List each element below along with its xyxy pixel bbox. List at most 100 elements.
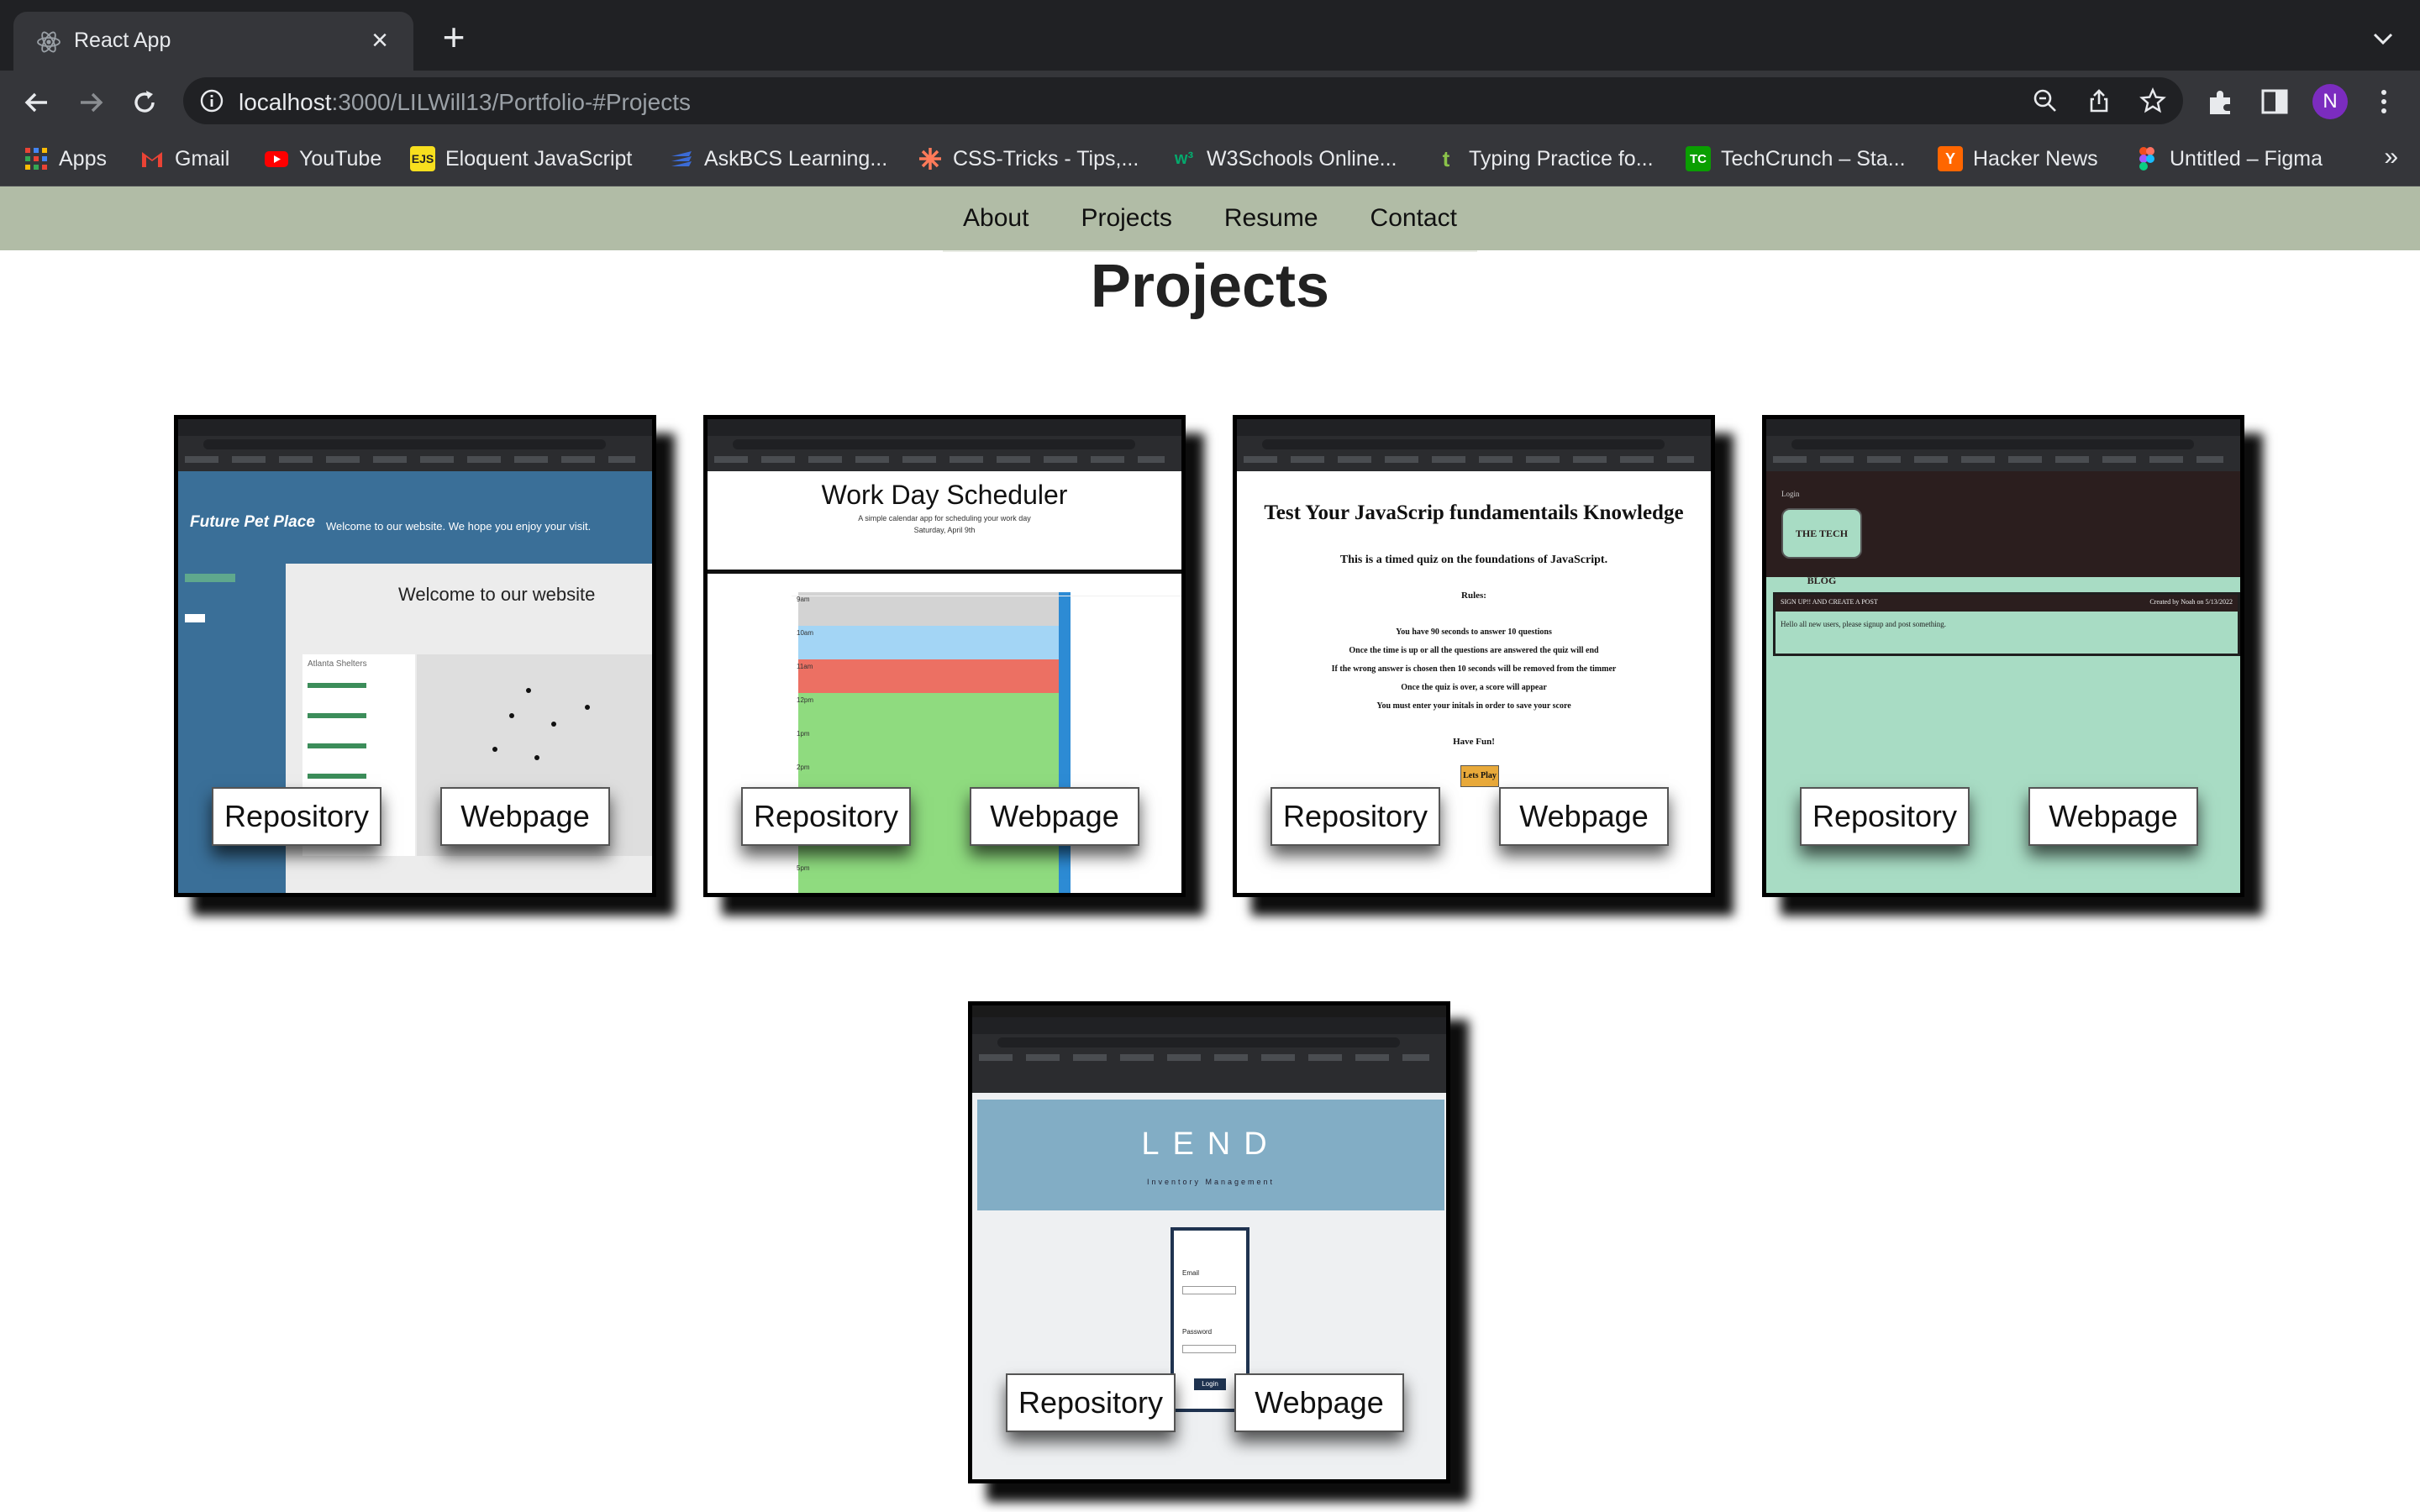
apps-grid-icon xyxy=(25,148,47,170)
repository-button[interactable]: Repository xyxy=(1800,787,1970,846)
preview-tagline: Welcome to our website. We hope you enjo… xyxy=(326,520,592,533)
figma-icon xyxy=(2139,147,2154,171)
bookmark-label: TechCrunch – Sta... xyxy=(1721,146,1906,171)
bookmark-label: W3Schools Online... xyxy=(1207,146,1397,171)
bookmark-label: CSS-Tricks - Tips,... xyxy=(953,146,1139,171)
address-bar[interactable]: localhost:3000/LILWill13/Portfolio-#Proj… xyxy=(183,77,2183,124)
nav-contact[interactable]: Contact xyxy=(1370,204,1457,233)
url-text[interactable]: localhost:3000/LILWill13/Portfolio-#Proj… xyxy=(239,89,691,116)
bookmark-label: Apps xyxy=(59,146,107,171)
more-menu-icon[interactable] xyxy=(2368,86,2400,118)
browser-toolbar: localhost:3000/LILWill13/Portfolio-#Proj… xyxy=(0,71,2420,131)
bookmarks-bar: Apps Gmail YouTube EJS Eloquent JavaScri… xyxy=(0,131,2420,186)
mini-browser-chrome xyxy=(708,419,1181,471)
bookmarks-overflow-icon[interactable]: » xyxy=(2384,143,2398,171)
profile-avatar[interactable]: N xyxy=(2312,84,2348,119)
bookmark-askbcs[interactable]: AskBCS Learning... xyxy=(669,144,887,173)
preview-brand: THE TECH BLOG xyxy=(1781,508,1862,586)
webpage-button[interactable]: Webpage xyxy=(1499,787,1669,846)
bookmark-figma[interactable]: Untitled – Figma xyxy=(2134,144,2323,173)
preview-date: Saturday, April 9th xyxy=(913,526,976,534)
project-card-javascript-quiz: Test Your JavaScrip fundamentails Knowle… xyxy=(1233,415,1715,897)
hour-label: 2pm xyxy=(797,764,810,771)
share-icon[interactable] xyxy=(2086,87,2112,114)
hour-label: 9am xyxy=(797,596,810,603)
preview-list-title: Atlanta Shelters xyxy=(308,659,367,669)
mini-browser-chrome xyxy=(1766,419,2240,471)
new-tab-button[interactable]: + xyxy=(435,18,472,57)
zoom-out-icon[interactable] xyxy=(2032,87,2059,114)
preview-rule: If the wrong answer is chosen then 10 se… xyxy=(1331,664,1617,674)
bookmark-star-icon[interactable] xyxy=(2139,87,2166,114)
mini-browser-chrome xyxy=(178,419,652,471)
bookmark-css-tricks[interactable]: CSS-Tricks - Tips,... xyxy=(918,144,1139,173)
nav-projects[interactable]: Projects xyxy=(1081,204,1171,233)
preview-sidebar xyxy=(178,564,286,893)
hour-label: 11am xyxy=(797,663,813,670)
nav-resume[interactable]: Resume xyxy=(1224,204,1318,233)
webpage-button[interactable]: Webpage xyxy=(440,787,610,846)
webpage-button[interactable]: Webpage xyxy=(1234,1373,1404,1432)
page-title: Projects xyxy=(1090,253,1330,320)
bookmark-hacker-news[interactable]: Y Hacker News xyxy=(1938,144,2098,173)
preview-email-label: Email xyxy=(1182,1269,1200,1277)
hour-label: 5pm xyxy=(797,864,810,872)
preview-heading: Work Day Scheduler xyxy=(821,480,1068,510)
bookmark-eloquent-js[interactable]: EJS Eloquent JavaScript xyxy=(410,144,632,173)
preview-play-button: Lets Play xyxy=(1460,765,1499,787)
bookmark-label: Untitled – Figma xyxy=(2170,146,2323,171)
browser-tab-bar: React App × + xyxy=(0,0,2420,71)
bookmark-label: Gmail xyxy=(175,146,230,171)
bookmark-apps[interactable]: Apps xyxy=(24,144,107,173)
preview-brand: LEND xyxy=(1141,1126,1281,1162)
preview-hour-rows xyxy=(798,592,1071,893)
extensions-puzzle-icon[interactable] xyxy=(2205,86,2237,118)
preview-post: SIGN UP!! AND CREATE A POST Created by N… xyxy=(1773,592,2240,656)
preview-header: Future Pet Place Welcome to our website.… xyxy=(178,471,652,564)
ejs-icon: EJS xyxy=(410,146,435,171)
preview-heading: Test Your JavaScrip fundamentails Knowle… xyxy=(1264,501,1684,524)
url-path: :3000/LILWill13/Portfolio-#Projects xyxy=(331,89,691,115)
repository-button[interactable]: Repository xyxy=(1270,787,1440,846)
preview-header: Work Day Scheduler A simple calendar app… xyxy=(708,471,1181,574)
techcrunch-icon: TC xyxy=(1686,146,1711,171)
site-navbar: About Projects Resume Contact xyxy=(0,186,2420,250)
project-card-tech-blog: Login THE TECH BLOG SIGN UP!! AND CREATE… xyxy=(1762,415,2244,897)
bookmark-gmail[interactable]: Gmail xyxy=(139,144,229,173)
preview-rule: You have 90 seconds to answer 10 questio… xyxy=(1396,627,1552,637)
chevron-down-icon[interactable] xyxy=(2368,24,2398,54)
repository-button[interactable]: Repository xyxy=(1006,1373,1176,1432)
reload-icon[interactable] xyxy=(126,84,163,121)
back-arrow-icon[interactable] xyxy=(18,84,55,121)
preview-subtitle: Inventory Management xyxy=(1146,1178,1276,1186)
bookmark-label: YouTube xyxy=(299,146,382,171)
preview-header: Login THE TECH BLOG xyxy=(1766,471,2240,586)
forward-arrow-icon[interactable] xyxy=(72,84,109,121)
nav-about[interactable]: About xyxy=(963,204,1028,233)
bookmark-youtube[interactable]: YouTube xyxy=(264,144,381,173)
preview-subtitle: A simple calendar app for scheduling you… xyxy=(858,514,1031,522)
askbcs-icon xyxy=(671,151,692,166)
repository-button[interactable]: Repository xyxy=(212,787,381,846)
bookmark-typing-practice[interactable]: t Typing Practice fo... xyxy=(1434,144,1654,173)
preview-post-body: Hello all new users, please signup and p… xyxy=(1781,620,1946,628)
repository-button[interactable]: Repository xyxy=(741,787,911,846)
webpage-button[interactable]: Webpage xyxy=(2028,787,2198,846)
preview-rule: Once the time is up or all the questions… xyxy=(1349,646,1599,655)
bookmark-techcrunch[interactable]: TC TechCrunch – Sta... xyxy=(1686,144,1906,173)
bookmark-w3schools[interactable]: w³ W3Schools Online... xyxy=(1171,144,1397,173)
mini-browser-chrome xyxy=(1237,419,1711,471)
tab-title: React App xyxy=(74,29,171,52)
mini-browser-chrome xyxy=(972,1017,1446,1093)
react-icon xyxy=(37,31,60,53)
project-card-lend: LEND Inventory Management Email Password… xyxy=(968,1001,1450,1483)
project-card-work-day-scheduler: Work Day Scheduler A simple calendar app… xyxy=(703,415,1186,897)
close-tab-icon[interactable]: × xyxy=(363,24,397,57)
browser-tab[interactable]: React App × xyxy=(13,12,413,71)
webpage-button[interactable]: Webpage xyxy=(970,787,1139,846)
w3schools-icon: w³ xyxy=(1174,149,1194,168)
info-icon[interactable] xyxy=(198,87,225,114)
hour-label: 10am xyxy=(797,629,814,637)
preview-outro: Have Fun! xyxy=(1453,737,1495,747)
side-panel-icon[interactable] xyxy=(2259,86,2291,118)
